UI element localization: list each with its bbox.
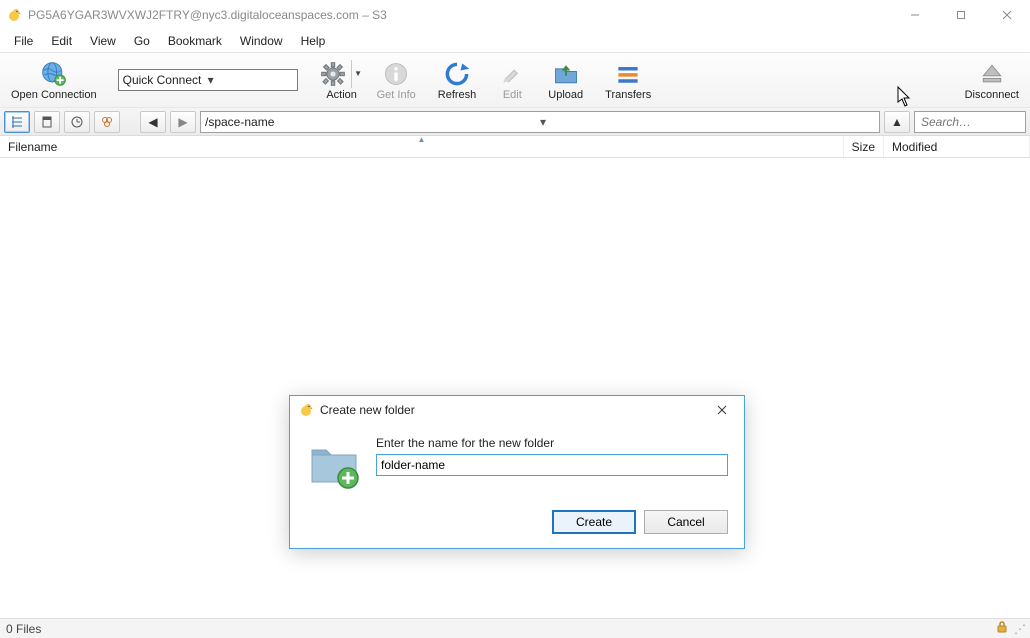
transfers-label: Transfers: [605, 89, 651, 101]
menu-help[interactable]: Help: [293, 32, 334, 50]
disconnect-button[interactable]: Disconnect: [954, 53, 1030, 107]
refresh-icon: [443, 60, 471, 88]
eject-icon: [978, 60, 1006, 88]
action-dropdown-arrow[interactable]: ▼: [351, 60, 365, 88]
menu-file[interactable]: File: [6, 32, 41, 50]
app-duck-icon: [298, 402, 314, 418]
create-folder-dialog: Create new folder Enter the name for the…: [289, 395, 745, 549]
transfers-icon: [614, 60, 642, 88]
gear-icon: [319, 60, 347, 88]
bookmark-icon: [41, 116, 53, 128]
window-maximize-button[interactable]: [938, 0, 984, 30]
quick-connect-label: Quick Connect: [123, 73, 208, 87]
chevron-down-icon: ▾: [540, 115, 875, 129]
path-combobox[interactable]: /space-name ▾: [200, 111, 880, 133]
window-titlebar: PG5A6YGAR3WVXWJ2FTRY@nyc3.digitaloceansp…: [0, 0, 1030, 30]
disconnect-label: Disconnect: [965, 89, 1019, 101]
lock-icon: [996, 621, 1008, 636]
history-button[interactable]: [64, 111, 90, 133]
window-title: PG5A6YGAR3WVXWJ2FTRY@nyc3.digitaloceansp…: [28, 8, 892, 22]
folder-name-input[interactable]: [376, 454, 728, 476]
bonjour-button[interactable]: [94, 111, 120, 133]
cancel-button[interactable]: Cancel: [644, 510, 728, 534]
status-file-count: 0 Files: [6, 622, 41, 636]
transfers-button[interactable]: Transfers: [594, 53, 662, 107]
new-folder-icon: [306, 436, 362, 492]
app-duck-icon: [6, 7, 22, 23]
column-size-label: Size: [852, 140, 875, 154]
triangle-left-icon: ◀: [148, 115, 157, 129]
globe-plus-icon: [40, 60, 68, 88]
open-connection-button[interactable]: Open Connection: [0, 53, 108, 107]
pencil-icon: [498, 60, 526, 88]
window-minimize-button[interactable]: [892, 0, 938, 30]
menu-go[interactable]: Go: [126, 32, 158, 50]
menu-edit[interactable]: Edit: [43, 32, 80, 50]
nav-up-button[interactable]: ▲: [884, 111, 910, 133]
search-box[interactable]: [914, 111, 1026, 133]
quick-connect-dropdown[interactable]: Quick Connect ▾: [118, 69, 298, 91]
dialog-close-button[interactable]: [708, 399, 736, 421]
column-modified-label: Modified: [892, 140, 937, 154]
edit-button[interactable]: Edit: [487, 53, 537, 107]
column-filename-label: Filename: [8, 140, 57, 154]
sort-asc-icon: ▲: [418, 135, 426, 144]
column-filename[interactable]: Filename ▲: [0, 136, 844, 157]
dialog-prompt: Enter the name for the new folder: [376, 436, 728, 450]
main-toolbar: Open Connection Quick Connect ▾ ▼ Action: [0, 52, 1030, 108]
bonjour-icon: [101, 116, 113, 128]
status-bar: 0 Files ⋰: [0, 618, 1030, 638]
action-button[interactable]: ▼ Action: [308, 53, 366, 107]
menu-view[interactable]: View: [82, 32, 124, 50]
menu-window[interactable]: Window: [232, 32, 291, 50]
column-size[interactable]: Size: [844, 136, 884, 157]
dialog-title: Create new folder: [320, 403, 708, 417]
chevron-down-icon: ▾: [208, 73, 293, 87]
path-value: /space-name: [205, 115, 540, 129]
edit-label: Edit: [503, 89, 522, 101]
window-close-button[interactable]: [984, 0, 1030, 30]
triangle-right-icon: ▶: [178, 115, 187, 129]
column-modified[interactable]: Modified: [884, 136, 1030, 157]
clock-icon: [71, 116, 83, 128]
file-list-area[interactable]: Create new folder Enter the name for the…: [0, 158, 1030, 618]
action-label: Action: [326, 89, 357, 101]
file-list-headers: Filename ▲ Size Modified: [0, 136, 1030, 158]
refresh-button[interactable]: Refresh: [427, 53, 488, 107]
view-list-button[interactable]: [4, 111, 30, 133]
create-button[interactable]: Create: [552, 510, 636, 534]
upload-label: Upload: [548, 89, 583, 101]
menu-bookmark[interactable]: Bookmark: [160, 32, 230, 50]
bookmark-button[interactable]: [34, 111, 60, 133]
search-input[interactable]: [919, 114, 1030, 130]
info-icon: [382, 60, 410, 88]
dialog-titlebar: Create new folder: [290, 396, 744, 424]
upload-button[interactable]: Upload: [537, 53, 594, 107]
get-info-label: Get Info: [377, 89, 416, 101]
open-connection-label: Open Connection: [11, 89, 97, 101]
menubar: File Edit View Go Bookmark Window Help: [0, 30, 1030, 52]
refresh-label: Refresh: [438, 89, 477, 101]
upload-folder-icon: [552, 60, 580, 88]
path-toolbar: ◀ ▶ /space-name ▾ ▲: [0, 108, 1030, 136]
resize-grip-icon[interactable]: ⋰: [1014, 622, 1024, 636]
triangle-up-icon: ▲: [891, 115, 903, 129]
get-info-button[interactable]: Get Info: [366, 53, 427, 107]
nav-forward-button[interactable]: ▶: [170, 111, 196, 133]
nav-back-button[interactable]: ◀: [140, 111, 166, 133]
list-icon: [11, 116, 23, 128]
